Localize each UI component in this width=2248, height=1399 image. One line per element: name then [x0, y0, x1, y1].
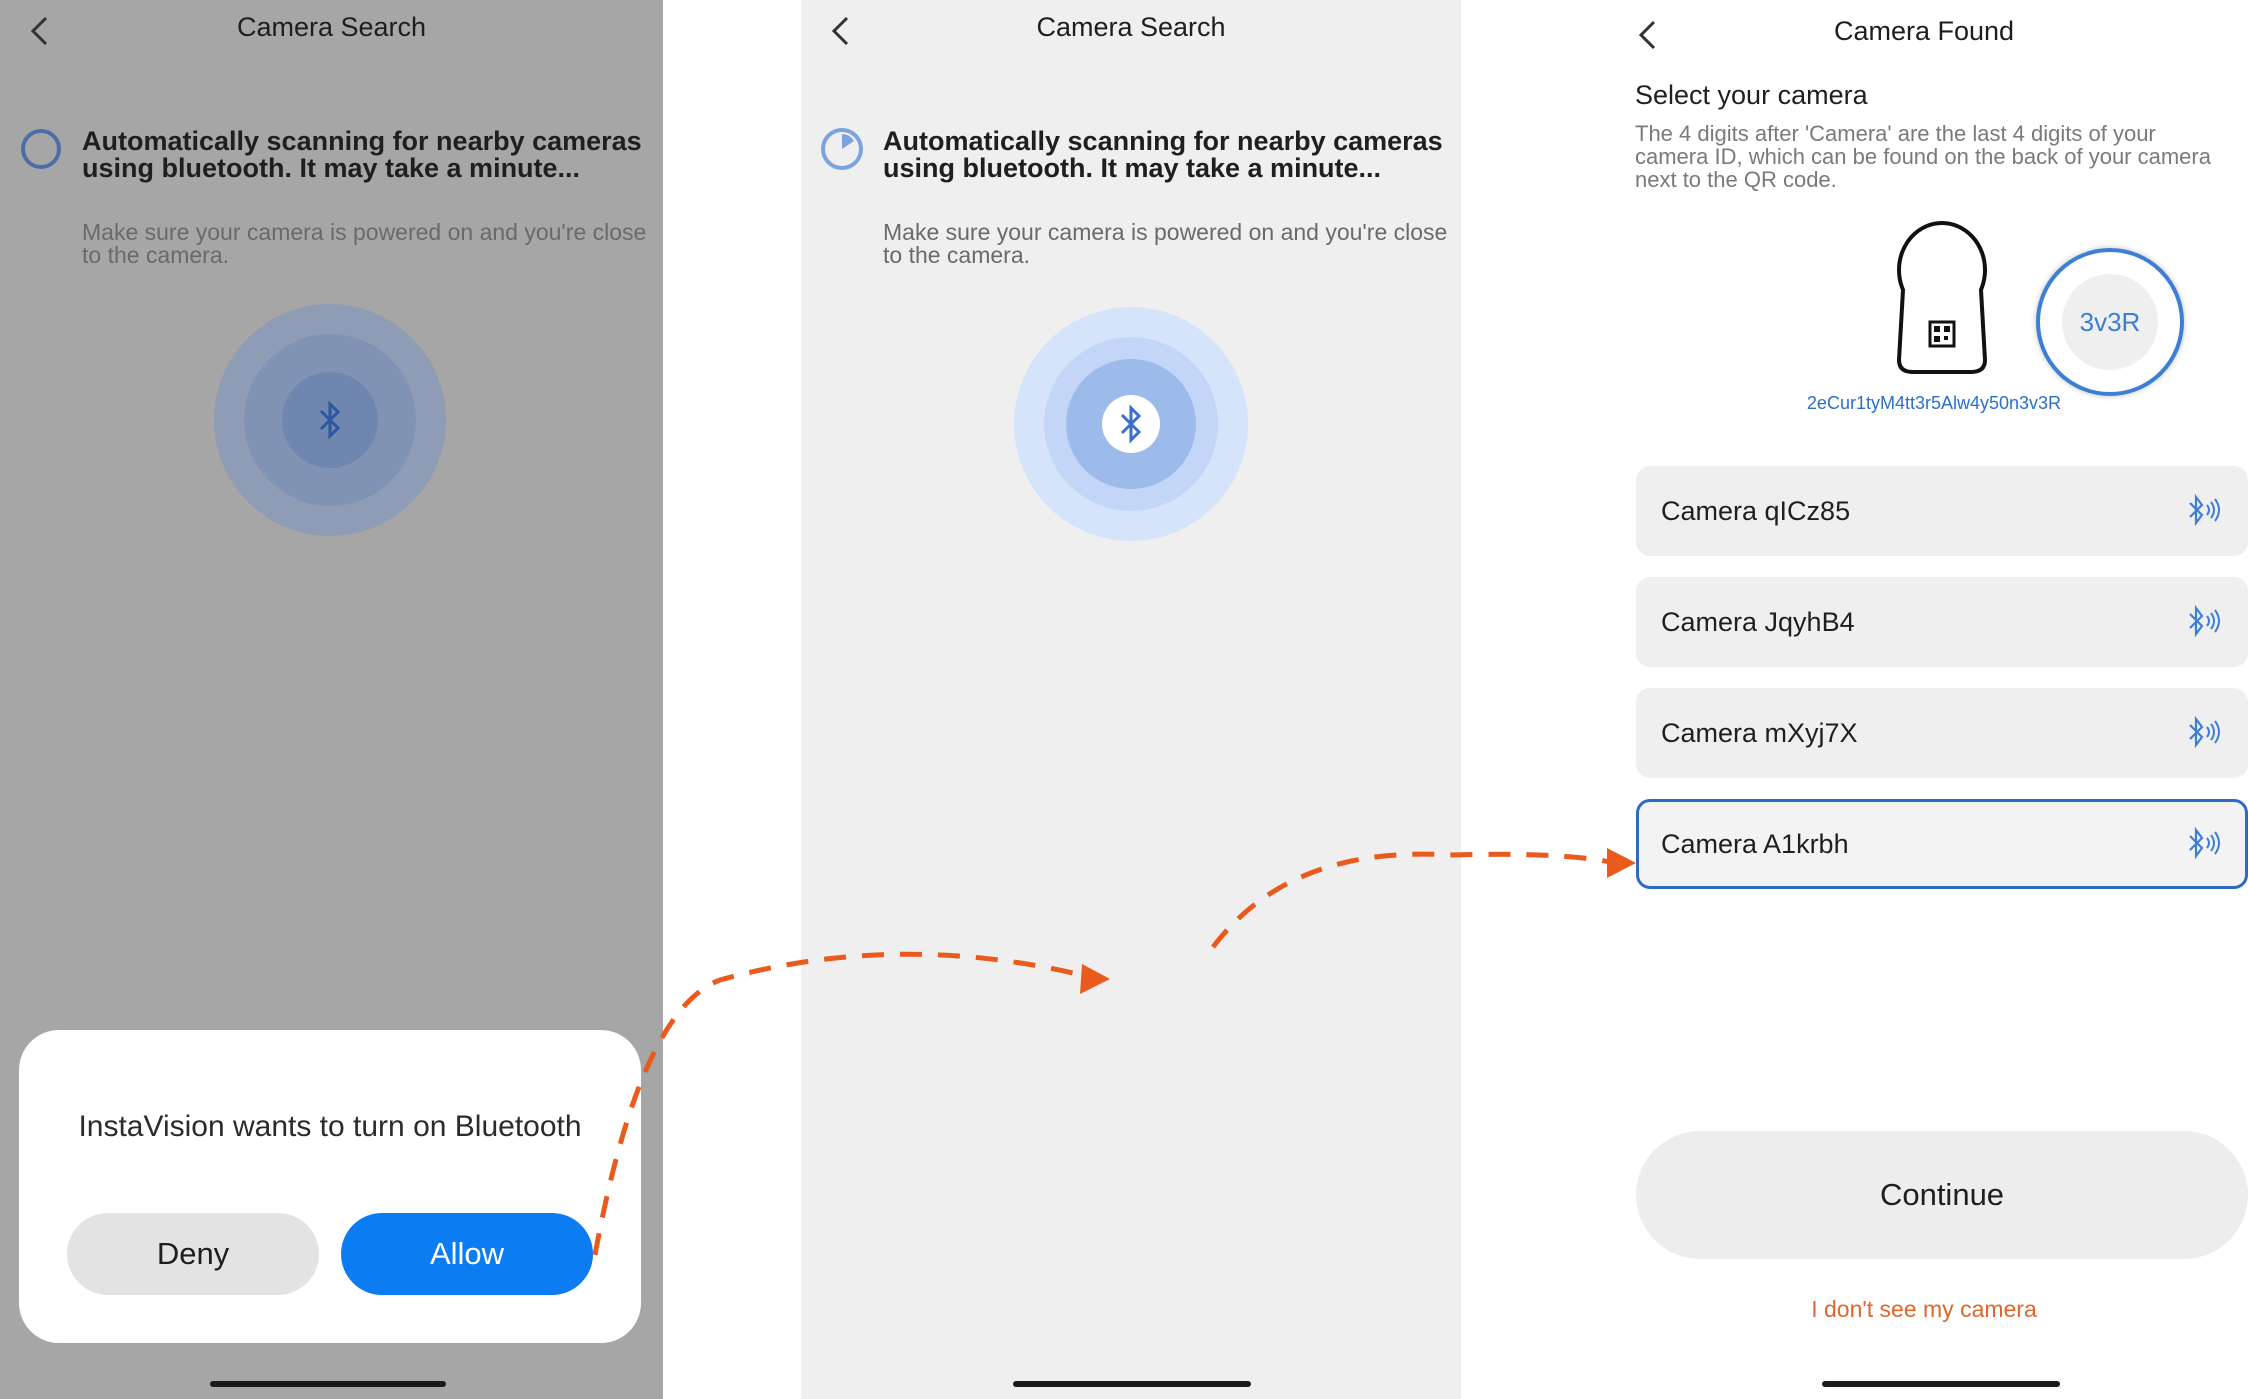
camera-name: Camera JqyhB4 — [1661, 607, 1855, 637]
camera-name: Camera A1krbh — [1661, 829, 1849, 859]
bluetooth-signal-icon — [2189, 493, 2220, 527]
dont-see-camera-link[interactable]: I don't see my camera — [1600, 1296, 2248, 1323]
spinner-icon — [821, 128, 863, 170]
badge-text: 3v3R — [2079, 307, 2141, 337]
scan-title: Automatically scanning for nearby camera… — [82, 126, 642, 183]
bluetooth-radar — [1014, 307, 1248, 541]
camera-name: Camera mXyj7X — [1661, 718, 1858, 748]
camera-list-item-selected[interactable]: Camera A1krbh — [1636, 799, 2248, 889]
screen-camera-found: Camera Found Select your camera The 4 di… — [1600, 0, 2248, 1399]
scan-subtitle: Make sure your camera is powered on and … — [883, 219, 1448, 268]
bluetooth-permission-dialog: InstaVision wants to turn on Bluetooth D… — [19, 1030, 641, 1343]
deny-button[interactable]: Deny — [67, 1213, 319, 1295]
select-camera-description: The 4 digits after 'Camera' are the last… — [1635, 121, 2211, 192]
camera-id-badge: 3v3R — [2036, 248, 2184, 396]
page-title: Camera Search — [1036, 12, 1226, 42]
page-title: Camera Search — [236, 12, 427, 42]
continue-button[interactable]: Continue — [1636, 1131, 2248, 1259]
camera-list-item[interactable]: Camera mXyj7X — [1636, 688, 2248, 778]
camera-name: Camera qICz85 — [1661, 496, 1851, 526]
scan-title: Automatically scanning for nearby camera… — [883, 126, 1443, 183]
spinner-icon — [21, 129, 61, 169]
bluetooth-signal-icon — [2189, 826, 2220, 860]
camera-id-text: 2eCur1tyM4tt3r5Alw4y50n3v3R — [1806, 393, 2062, 413]
bluetooth-signal-icon — [2189, 715, 2220, 749]
scan-subtitle: Make sure your camera is powered on and … — [82, 219, 647, 268]
camera-list-item[interactable]: Camera JqyhB4 — [1636, 577, 2248, 667]
camera-list-item[interactable]: Camera qICz85 — [1636, 466, 2248, 556]
dialog-message: InstaVision wants to turn on Bluetooth — [78, 1110, 582, 1143]
select-camera-title: Select your camera — [1635, 80, 1868, 110]
bluetooth-radar — [214, 304, 446, 536]
screen-camera-search: Camera Search Automatically scanning for… — [801, 0, 1461, 1399]
page-title: Camera Found — [1833, 16, 2015, 46]
bluetooth-icon — [1120, 404, 1142, 444]
home-indicator — [1013, 1381, 1251, 1387]
bluetooth-signal-icon — [2189, 604, 2220, 638]
camera-device-icon — [1896, 221, 1988, 374]
home-indicator — [1822, 1381, 2060, 1387]
screen-camera-search-dialog: Camera Search Automatically scanning for… — [0, 0, 663, 1399]
bluetooth-icon — [319, 400, 341, 440]
allow-button[interactable]: Allow — [341, 1213, 593, 1295]
home-indicator — [210, 1381, 446, 1387]
